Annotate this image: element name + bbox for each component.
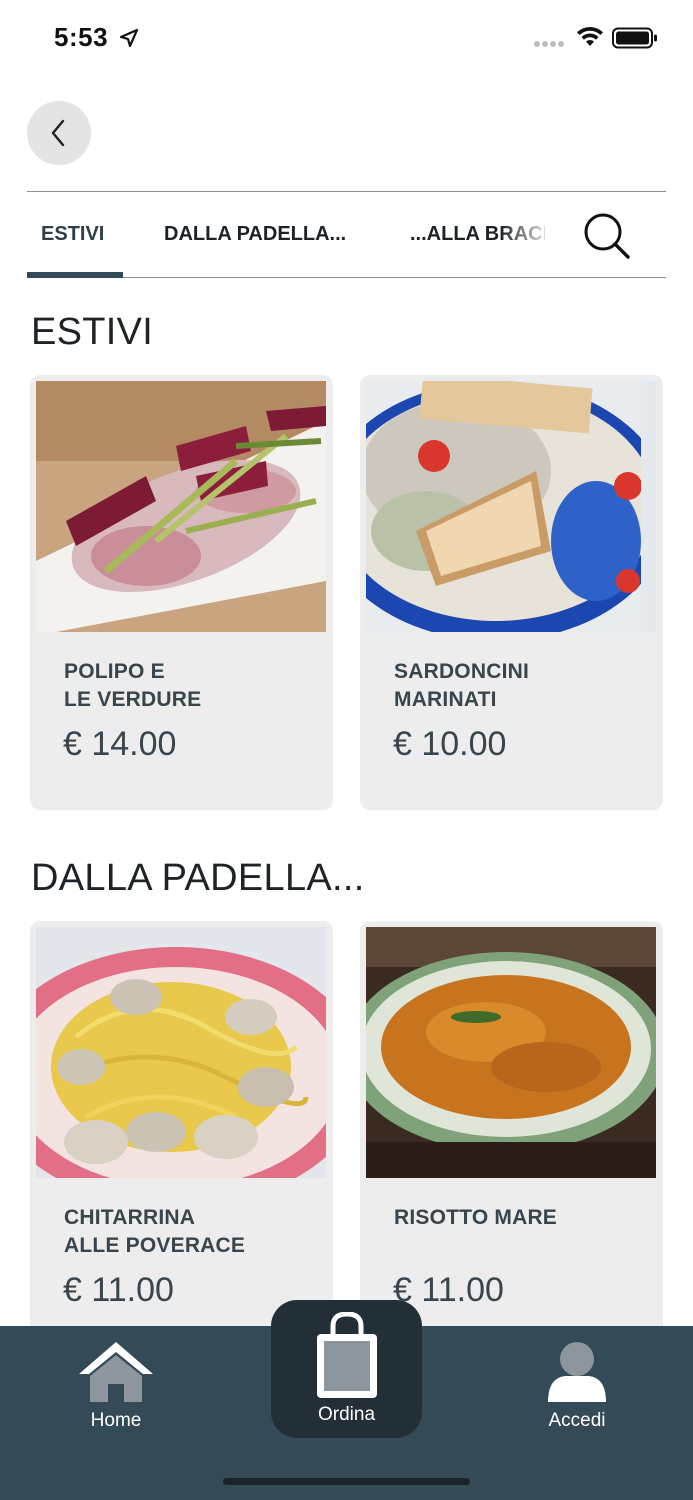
item-name: POLIPO E LE VERDURE [64,660,202,711]
section-title-estivi: ESTIVI [31,311,154,353]
back-button[interactable] [27,101,91,165]
tab-label: ESTIVI [41,222,105,245]
tab-dalla-padella[interactable]: DALLA PADELLA... [164,192,346,276]
user-icon [548,1342,606,1402]
item-price: € 11.00 [63,1271,174,1309]
polipo-dish-image [36,381,326,632]
status-time: 5:53 [54,22,109,52]
chevron-left-icon [51,119,65,147]
menu-item-card[interactable]: SARDONCINI MARINATI € 10.00 [360,375,663,810]
nav-accedi[interactable]: Accedi [537,1340,617,1432]
nav-ordina-label: Ordina [317,1404,376,1425]
menu-item-card[interactable]: RISOTTO MARE € 11.00 [360,921,663,1356]
active-tab-indicator [27,272,123,278]
item-price: € 10.00 [393,725,507,763]
battery-icon [612,27,657,49]
nav-accedi-label: Accedi [548,1410,606,1431]
tab-label: ...ALLA BRACE [410,222,545,245]
section-title-dalla-padella: DALLA PADELLA... [31,857,365,899]
item-name: SARDONCINI MARINATI [394,660,530,711]
nav-ordina-button[interactable]: Ordina [271,1300,422,1438]
item-name: CHITARRINA ALLE POVERACE [64,1206,246,1257]
nav-home[interactable]: Home [76,1340,156,1432]
cellular-signal-icon [534,41,564,47]
tab-alla-brace[interactable]: ...ALLA BRACE [410,192,545,276]
shopping-bag-icon [316,1312,377,1398]
wifi-icon [577,26,603,46]
category-tabs: ESTIVI DALLA PADELLA... ...ALLA BRACE [27,191,666,278]
item-price: € 14.00 [63,725,177,763]
risotto-dish-image [366,927,656,1178]
item-name: RISOTTO MARE [394,1206,558,1229]
menu-item-card[interactable]: POLIPO E LE VERDURE € 14.00 [30,375,333,810]
tab-estivi[interactable]: ESTIVI [41,192,104,276]
menu-item-card[interactable]: CHITARRINA ALLE POVERACE € 11.00 [30,921,333,1356]
location-arrow-icon [119,28,139,48]
home-icon [79,1342,153,1402]
search-icon[interactable] [580,209,634,263]
home-indicator [223,1478,470,1485]
tab-label: DALLA PADELLA... [164,222,347,245]
chitarrina-dish-image [36,927,326,1178]
sardoncini-dish-image [366,381,656,632]
status-bar: 5:53 [0,0,693,76]
nav-home-label: Home [90,1410,142,1431]
